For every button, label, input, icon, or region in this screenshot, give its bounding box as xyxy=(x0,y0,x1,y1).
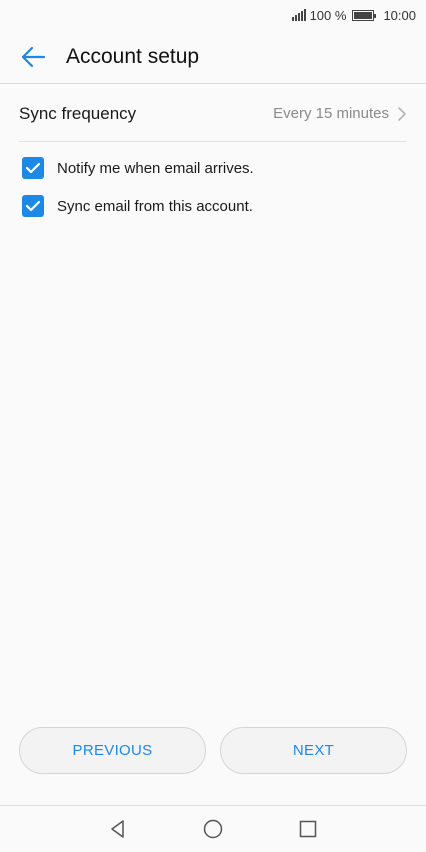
back-triangle-icon xyxy=(111,820,124,838)
sync-frequency-value-group: Every 15 minutes xyxy=(273,105,407,122)
page-title: Account setup xyxy=(66,44,200,68)
battery-icon xyxy=(352,9,377,21)
sync-frequency-value: Every 15 minutes xyxy=(273,105,389,122)
sync-email-label: Sync email from this account. xyxy=(57,197,253,215)
sync-frequency-row[interactable]: Sync frequency Every 15 minutes xyxy=(19,86,407,142)
clock: 10:00 xyxy=(383,7,416,23)
nav-recents-button[interactable] xyxy=(261,819,356,839)
nav-home-button[interactable] xyxy=(166,819,261,839)
back-button[interactable] xyxy=(0,30,66,84)
checkmark-icon xyxy=(25,200,41,212)
nav-back-button[interactable] xyxy=(71,819,166,839)
notify-checkbox[interactable] xyxy=(22,157,44,179)
chevron-right-icon xyxy=(398,106,406,121)
sync-email-option[interactable]: Sync email from this account. xyxy=(22,192,253,220)
navigation-bar xyxy=(0,805,426,852)
app-bar: Account setup xyxy=(0,30,426,84)
sync-email-checkbox[interactable] xyxy=(22,195,44,217)
signal-icon xyxy=(291,9,307,21)
notify-option[interactable]: Notify me when email arrives. xyxy=(22,154,254,182)
next-button[interactable]: NEXT xyxy=(220,727,407,774)
previous-button[interactable]: PREVIOUS xyxy=(19,727,206,774)
sync-frequency-label: Sync frequency xyxy=(19,103,137,123)
notify-label: Notify me when email arrives. xyxy=(57,159,254,177)
battery-percent: 100 % xyxy=(309,7,347,23)
status-bar: 100 % 10:00 xyxy=(0,0,426,30)
back-arrow-icon xyxy=(21,46,46,67)
home-circle-icon xyxy=(203,819,223,839)
recents-square-icon xyxy=(299,820,317,838)
checkmark-icon xyxy=(25,162,41,174)
